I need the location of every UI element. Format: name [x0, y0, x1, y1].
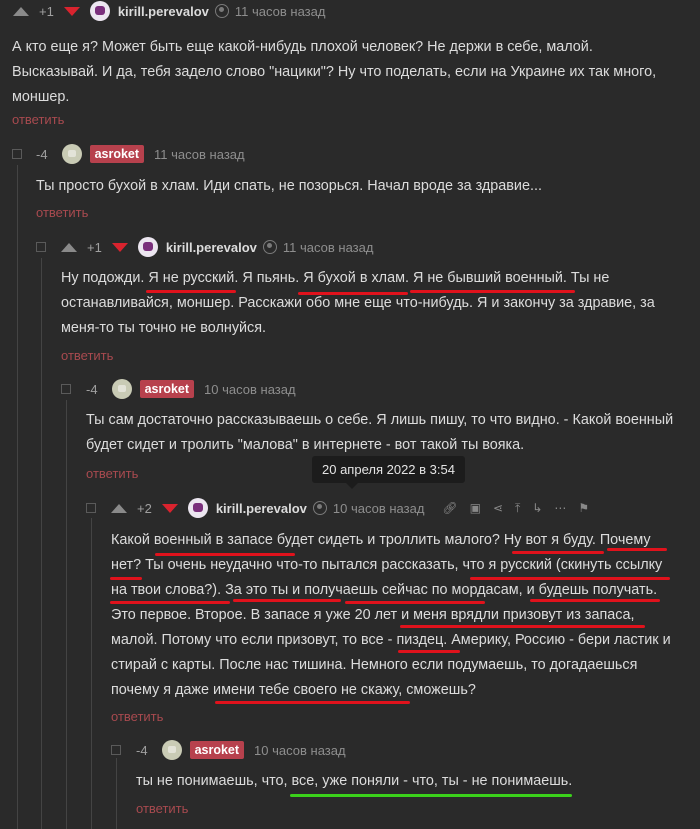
annotation-underline	[410, 290, 575, 293]
comment-line: почему я даже имени тебе своего не скажу…	[111, 682, 476, 698]
comment-body: ты не понимаешь, что, все, уже поняли - …	[136, 769, 572, 794]
reply-link[interactable]: ответить	[36, 205, 88, 220]
upvote-icon[interactable]	[61, 242, 77, 252]
branch-icon[interactable]: ↳	[532, 501, 542, 515]
comment-time[interactable]: 10 часов назад	[254, 743, 346, 758]
pin-icon[interactable]: ⤒	[515, 501, 520, 516]
comment-line: моншер.	[12, 89, 70, 105]
comment-time[interactable]: 10 часов назад	[204, 382, 296, 397]
comment-time[interactable]: 10 часов назад	[333, 501, 425, 516]
comment-header: -4 asroket 10 часов назад	[86, 378, 296, 400]
comment-line: Какой военный в запасе будет сидеть и тр…	[111, 532, 651, 548]
thread-line	[91, 518, 92, 829]
annotation-underline	[110, 601, 230, 604]
avatar[interactable]	[89, 1, 110, 21]
more-icon[interactable]: ⋯	[554, 501, 566, 515]
collapse-toggle[interactable]	[12, 149, 22, 159]
thread-line	[116, 758, 117, 829]
annotation-underline	[233, 599, 341, 602]
comment-toolbar: 🔗︎ ▣ ⋖ ⤒ ↳ ⋯ ⚑	[436, 501, 595, 516]
comment-rating: -4	[86, 381, 98, 397]
comment-header: +1 kirill.perevalov 11 часов назад	[13, 0, 325, 22]
comment-line: меня-то ты точно не волнуйся.	[61, 320, 267, 336]
flag-icon[interactable]: ⚑	[578, 501, 589, 515]
comment-header: -4 asroket 10 часов назад	[136, 739, 346, 761]
downvote-icon[interactable]	[63, 6, 80, 16]
avatar[interactable]	[187, 498, 208, 518]
comment-body: Ну подожди. Я не русский. Я пьянь. Я бух…	[61, 266, 655, 341]
annotation-underline	[215, 701, 410, 704]
upvote-icon[interactable]	[13, 6, 29, 16]
annotation-underline	[110, 577, 142, 580]
annotation-underline-green	[290, 794, 572, 797]
comment-body: Ты просто бухой в хлам. Иди спать, не по…	[36, 174, 542, 199]
author-name[interactable]: kirill.perevalov	[118, 4, 209, 19]
thread-line	[17, 165, 18, 829]
comment-time[interactable]: 11 часов назад	[235, 4, 326, 19]
subscriber-icon	[262, 240, 277, 254]
comment-header: +2 kirill.perevalov 10 часов назад 🔗︎ ▣ …	[111, 497, 595, 519]
annotation-underline	[607, 548, 667, 551]
comment-line: ты не понимаешь, что, все, уже поняли - …	[136, 773, 573, 789]
annotation-underline	[155, 553, 295, 556]
author-name[interactable]: kirill.perevalov	[216, 501, 307, 516]
upvote-icon[interactable]	[111, 503, 127, 513]
avatar[interactable]	[61, 144, 82, 164]
comment-body: А кто еще я? Может быть еще какой-нибудь…	[12, 35, 656, 110]
comment-header: +1 kirill.perevalov 11 часов назад	[61, 236, 373, 258]
annotation-underline	[400, 625, 645, 628]
comment-line: нет? Ты очень неудачно что-то пытался ра…	[111, 557, 663, 573]
comment-header: -4 asroket 11 часов назад	[36, 143, 245, 165]
annotation-underline	[398, 650, 460, 653]
date-tooltip: 20 апреля 2022 в 3:54	[312, 456, 465, 489]
comment-line: Ты сам достаточно рассказываешь о себе. …	[86, 412, 674, 428]
downvote-icon[interactable]	[161, 503, 178, 513]
comment-rating: -4	[136, 742, 148, 758]
author-name[interactable]: kirill.perevalov	[166, 240, 257, 255]
avatar[interactable]	[137, 237, 158, 257]
annotation-underline	[470, 577, 670, 580]
avatar[interactable]	[161, 740, 182, 760]
comment-line: Ты просто бухой в хлам. Иди спать, не по…	[36, 178, 542, 194]
reply-link[interactable]: ответить	[61, 348, 113, 363]
comment-time[interactable]: 11 часов назад	[154, 147, 245, 162]
avatar[interactable]	[111, 379, 132, 399]
annotation-underline	[512, 551, 604, 554]
thread-line	[41, 258, 42, 829]
link-icon[interactable]: 🔗︎	[442, 501, 457, 515]
subscriber-icon	[214, 4, 229, 18]
annotation-underline	[298, 292, 408, 295]
reply-link[interactable]: ответить	[86, 466, 138, 481]
comment-time[interactable]: 11 часов назад	[283, 240, 374, 255]
author-name[interactable]: asroket	[89, 145, 145, 163]
comment-line: Высказывай. И да, тебя задело слово "нац…	[12, 64, 657, 80]
reply-link[interactable]: ответить	[12, 112, 64, 127]
collapse-toggle[interactable]	[86, 503, 96, 513]
comment-line: стирай с карты. После нас тишина. Немног…	[111, 657, 638, 673]
annotation-underline	[530, 599, 660, 602]
annotation-underline	[345, 601, 485, 604]
comment-line: Ну подожди. Я не русский. Я пьянь. Я бух…	[61, 270, 610, 286]
author-name[interactable]: asroket	[139, 380, 195, 398]
author-name[interactable]: asroket	[189, 741, 245, 759]
thread-line	[66, 400, 67, 829]
reply-link[interactable]: ответить	[111, 709, 163, 724]
comment-rating: +2	[137, 500, 152, 516]
comment-line: малой. Потому что если призовут, то все …	[111, 632, 671, 648]
collapse-toggle[interactable]	[36, 242, 46, 252]
comment-line: будет сидет и тролить "малова" в интерне…	[86, 437, 525, 453]
comment-rating: +1	[87, 239, 102, 255]
share-icon[interactable]: ⋖	[493, 501, 503, 515]
subscriber-icon	[312, 501, 327, 515]
save-icon[interactable]: ▣	[470, 501, 481, 515]
comment-rating: +1	[39, 3, 54, 19]
downvote-icon[interactable]	[111, 242, 128, 252]
comment-rating: -4	[36, 146, 48, 162]
collapse-toggle[interactable]	[61, 384, 71, 394]
annotation-underline	[146, 290, 236, 293]
collapse-toggle[interactable]	[111, 745, 121, 755]
reply-link[interactable]: ответить	[136, 801, 188, 816]
comment-body: Ты сам достаточно рассказываешь о себе. …	[86, 408, 673, 458]
comment-line: А кто еще я? Может быть еще какой-нибудь…	[12, 39, 593, 55]
